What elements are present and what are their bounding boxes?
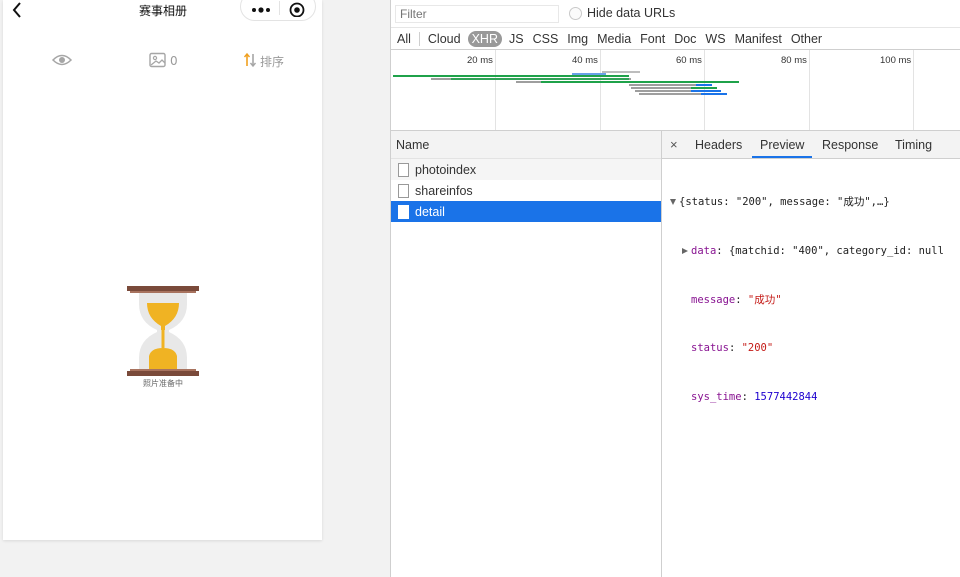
document-icon [398, 204, 409, 219]
hide-data-urls-checkbox[interactable] [569, 6, 582, 20]
request-name: detail [415, 204, 445, 219]
devtools-network-panel: Hide data URLs All Cloud XHR JS CSS Img … [390, 0, 960, 577]
hide-data-urls-label: Hide data URLs [587, 6, 676, 20]
type-filter-font[interactable]: Font [638, 31, 667, 47]
hourglass-icon [127, 286, 199, 376]
tab-headers[interactable]: Headers [695, 138, 742, 152]
request-name: shareinfos [415, 183, 473, 198]
json-summary: {status: "200", message: "成功",…} [679, 196, 890, 209]
type-filter-ws[interactable]: WS [703, 31, 727, 47]
image-icon [149, 52, 167, 71]
active-tab-indicator [752, 156, 812, 158]
view-toggle-button[interactable] [51, 50, 73, 72]
type-filter-divider [418, 31, 420, 46]
eye-icon [51, 52, 73, 71]
type-filter-other[interactable]: Other [789, 31, 824, 47]
type-filter-cloud[interactable]: Cloud [426, 31, 463, 47]
type-filter-xhr[interactable]: XHR [467, 30, 502, 47]
timeline-gridline [600, 50, 601, 130]
timeline-gridline [913, 50, 914, 130]
timeline-tick-label: 40 ms [572, 55, 598, 66]
waterfall-bar [393, 75, 629, 77]
more-dots-icon[interactable] [249, 0, 273, 17]
json-preview: {status: "200", message: "成功",…} data: {… [662, 162, 960, 437]
request-name: photoindex [415, 162, 477, 177]
mini-program-capsule [240, 0, 316, 21]
tab-response[interactable]: Response [822, 138, 878, 152]
json-key: sys_time [691, 390, 742, 403]
expand-triangle-icon[interactable] [682, 248, 688, 254]
request-row-shareinfos[interactable]: shareinfos [391, 180, 661, 201]
json-number-value: 1577442844 [754, 390, 818, 403]
json-status-row: status: "200" [691, 342, 774, 355]
json-message-row: message: "成功" [691, 293, 782, 306]
timeline-gridline [495, 50, 496, 130]
request-list: photoindex shareinfos detail [391, 159, 661, 222]
sort-icon [243, 52, 257, 71]
type-filter-img[interactable]: Img [565, 31, 590, 47]
resource-type-filter-bar: All Cloud XHR JS CSS Img Media Font Doc … [391, 28, 960, 50]
json-data-row[interactable]: data: {matchid: "400", category_id: null [662, 243, 960, 259]
type-filter-media[interactable]: Media [595, 31, 633, 47]
close-detail-button[interactable]: × [670, 137, 678, 152]
json-sys-time-row: sys_time: 1577442844 [691, 390, 818, 403]
waterfall-bar [602, 71, 640, 73]
waterfall-bar [451, 78, 629, 80]
timeline-tick-label: 80 ms [781, 55, 807, 66]
photo-count: 0 [170, 54, 178, 68]
timeline-tick-label: 60 ms [676, 55, 702, 66]
waterfall-bar [691, 90, 721, 92]
type-filter-js[interactable]: JS [507, 31, 526, 47]
document-icon [398, 183, 409, 198]
album-toolbar: 0 排序 [3, 50, 322, 74]
request-row-photoindex[interactable]: photoindex [391, 159, 661, 180]
collapse-triangle-icon[interactable] [670, 199, 676, 206]
waterfall-bar [696, 84, 712, 86]
type-filter-css[interactable]: CSS [531, 31, 561, 47]
capsule-divider [279, 1, 280, 15]
json-data-value: {matchid: "400", category_id: null [728, 245, 944, 257]
navigation-bar: 赛事相册 [3, 0, 322, 22]
waterfall-bar [691, 87, 717, 89]
page-title: 赛事相册 [138, 4, 187, 18]
filter-bar: Hide data URLs [391, 0, 960, 28]
loading-text: 照片准备中 [143, 379, 183, 388]
sort-button[interactable]: 排序 [243, 50, 284, 72]
json-string-value: "成功" [747, 293, 782, 306]
timeline-tick-label: 20 ms [467, 55, 493, 66]
name-column-header[interactable]: Name [391, 131, 661, 159]
type-filter-manifest[interactable]: Manifest [733, 31, 784, 47]
tab-preview[interactable]: Preview [760, 138, 804, 152]
network-overview-timeline[interactable]: 20 ms 40 ms 60 ms 80 ms 100 ms [391, 50, 960, 131]
json-key: message [691, 293, 736, 306]
back-arrow-icon[interactable] [9, 1, 27, 19]
json-key: data [691, 245, 717, 257]
timeline-tick-label: 100 ms [880, 55, 912, 66]
hide-data-urls-option[interactable]: Hide data URLs [569, 6, 675, 20]
document-icon [398, 162, 409, 177]
waterfall-bar [701, 93, 727, 95]
json-root-row[interactable]: {status: "200", message: "成功",…} [662, 194, 960, 210]
close-circle-icon[interactable] [286, 0, 308, 18]
json-string-value: "200" [741, 342, 774, 355]
timeline-gridline [809, 50, 810, 130]
sort-label: 排序 [260, 54, 285, 69]
type-filter-doc[interactable]: Doc [672, 31, 698, 47]
type-filter-all[interactable]: All [395, 31, 413, 47]
request-detail-tabs: × Headers Preview Response Timing [662, 131, 960, 159]
photo-count-button[interactable]: 0 [149, 50, 178, 72]
request-row-detail[interactable]: detail [391, 201, 661, 222]
mobile-preview: 赛事相册 0 排序 照片准备中 [3, 0, 322, 540]
filter-input[interactable] [395, 5, 559, 23]
json-key: status [691, 342, 729, 355]
waterfall-bar [541, 81, 739, 83]
tab-timing[interactable]: Timing [895, 138, 932, 152]
